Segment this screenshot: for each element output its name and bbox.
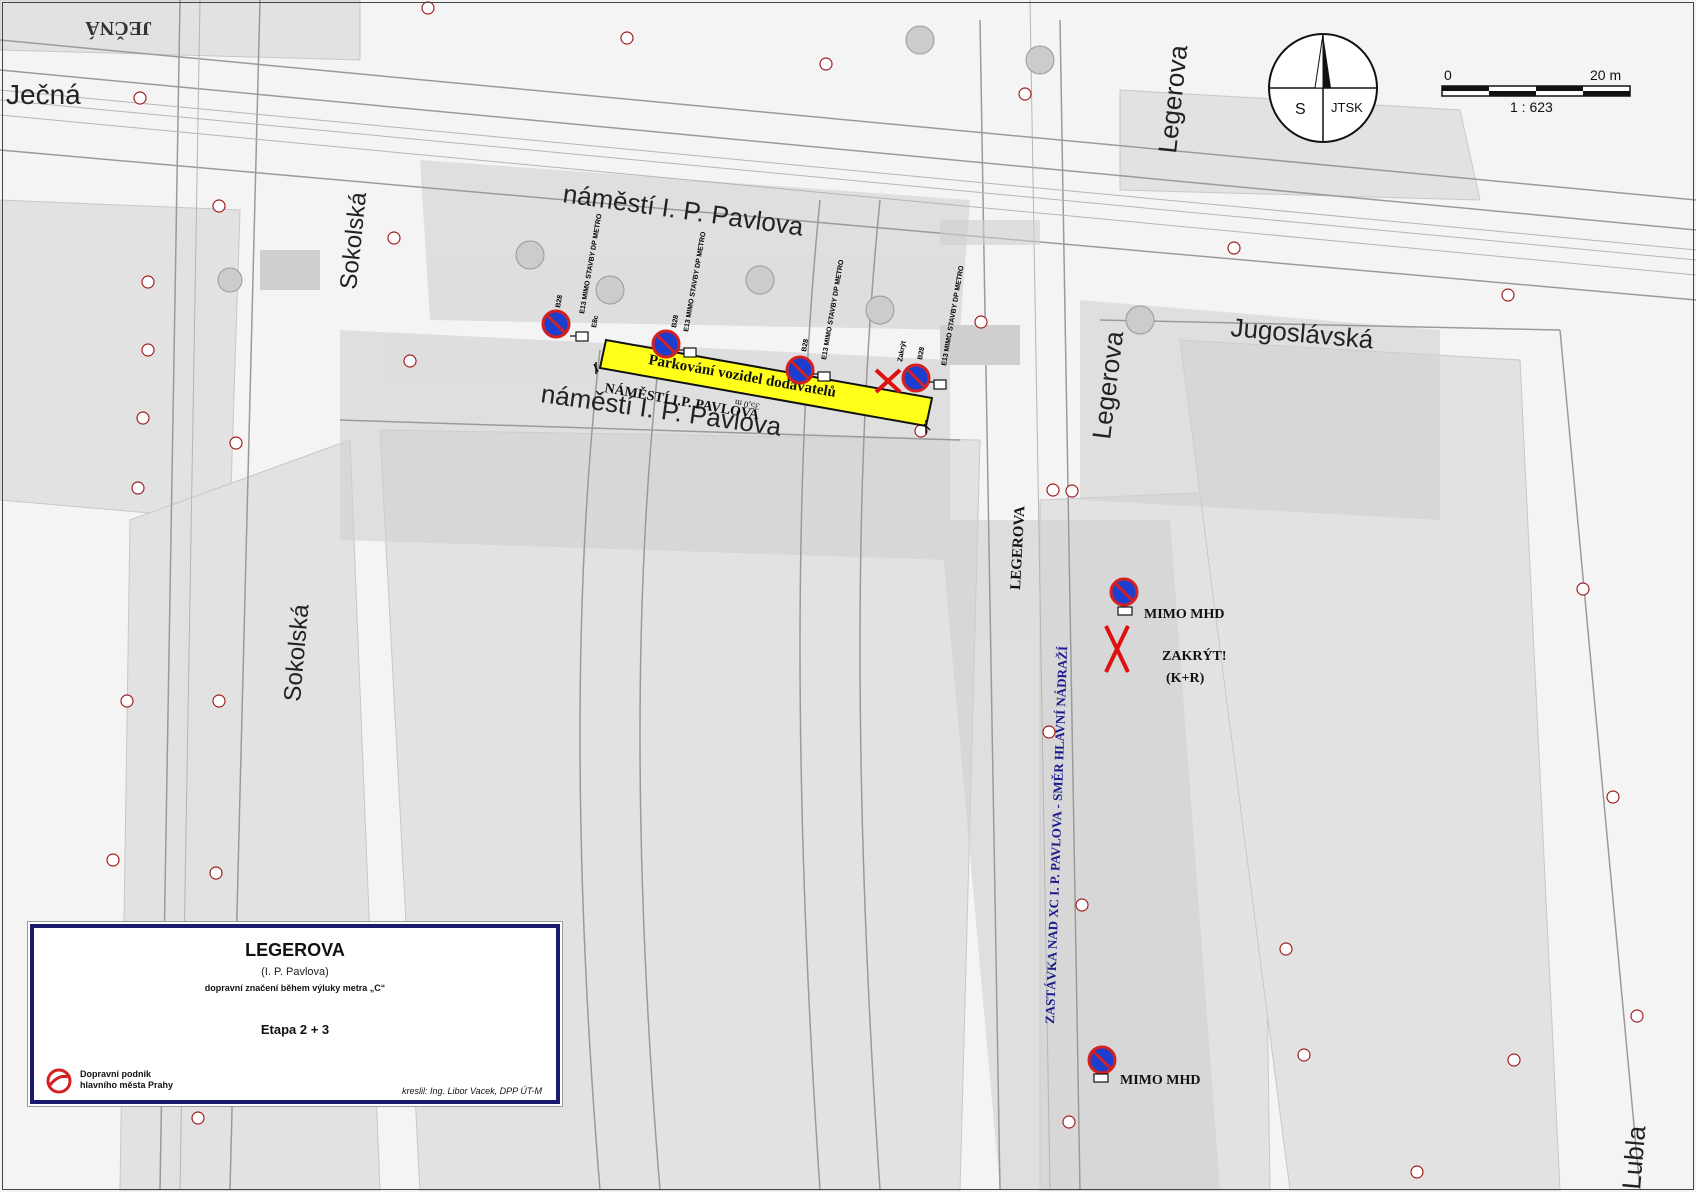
street-lubla: Lubla: [1616, 1124, 1651, 1191]
org-line-2: hlavního města Prahy: [80, 1080, 174, 1090]
title-block-title: LEGEROVA: [245, 940, 345, 960]
compass-south-label: S: [1295, 101, 1306, 118]
kr-label: (K+R): [1166, 671, 1205, 686]
scale-ratio-label: 1 : 623: [1510, 99, 1553, 115]
author-credit: kreslil: Ing. Libor Vacek, DPP ÚT-M: [401, 1086, 542, 1096]
compass-system-label: JTSK: [1331, 100, 1363, 115]
street-jecna: Ječná: [6, 79, 81, 110]
dpp-logo-icon: [46, 1068, 72, 1094]
title-block-description: dopravní značení během výluky metra „C“: [204, 983, 386, 993]
mimo-mhd-upper-label: MIMO MHD: [1144, 607, 1224, 622]
compass: S JTSK: [1268, 33, 1378, 143]
scale-zero-label: 0: [1444, 67, 1452, 83]
mimo-mhd-lower-label: MIMO MHD: [1120, 1073, 1200, 1088]
zakryt-label: ZAKRÝT!: [1162, 647, 1227, 664]
scale-max-label: 20 m: [1590, 67, 1621, 83]
title-block: LEGEROVA (I. P. Pavlova) dopravní značen…: [30, 924, 560, 1104]
street-jecna-top: JEČNÁ: [85, 17, 152, 41]
org-line-1: Dopravní podnik: [80, 1069, 152, 1079]
title-block-stage: Etapa 2 + 3: [260, 1022, 330, 1037]
title-block-subtitle: (I. P. Pavlova): [261, 966, 329, 978]
org-name: Dopravní podnik hlavního města Prahy: [80, 1069, 200, 1091]
